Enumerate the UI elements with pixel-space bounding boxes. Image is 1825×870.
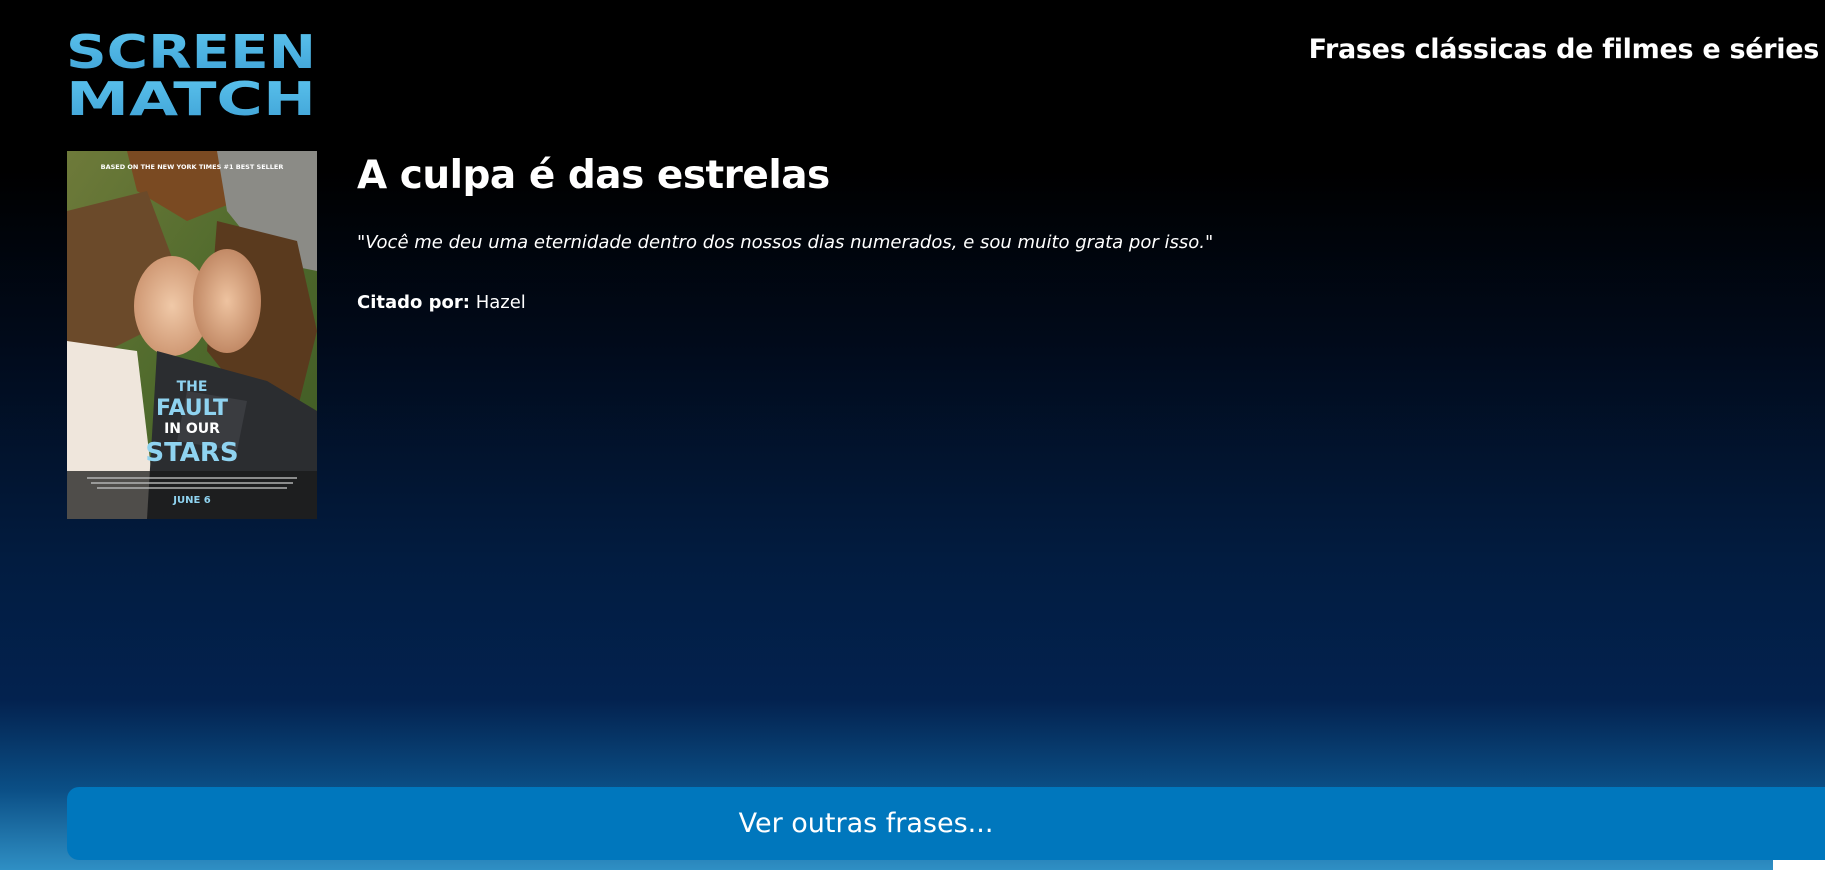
poster-top-text: BASED ON THE NEW YORK TIMES #1 BEST SELL… xyxy=(101,163,284,171)
poster-title-line1: THE xyxy=(177,379,208,395)
poster-title-line2: FAULT xyxy=(156,396,228,421)
cited-by: Citado por: Hazel xyxy=(357,290,1757,316)
quote-text: "Você me deu uma eternidade dentro dos n… xyxy=(357,232,1214,253)
logo-line2: MATCH xyxy=(66,72,316,120)
cited-by-name: Hazel xyxy=(475,292,526,313)
corner-strip xyxy=(1773,860,1825,870)
poster-title-line3: IN OUR xyxy=(164,421,220,437)
movie-title: A culpa é das estrelas xyxy=(357,153,830,198)
page-title: Frases clássicas de filmes e séries xyxy=(1308,34,1820,65)
screenmatch-logo: SCREEN MATCH xyxy=(66,28,318,120)
cited-by-label: Citado por: xyxy=(357,292,470,313)
movie-poster: BASED ON THE NEW YORK TIMES #1 BEST SELL… xyxy=(67,151,317,519)
poster-date: JUNE 6 xyxy=(172,495,211,506)
more-quotes-button[interactable]: Ver outras frases... xyxy=(67,787,1825,860)
poster-title-line4: STARS xyxy=(145,438,238,468)
quote-card: A culpa é das estrelas "Você me deu uma … xyxy=(357,150,1757,316)
